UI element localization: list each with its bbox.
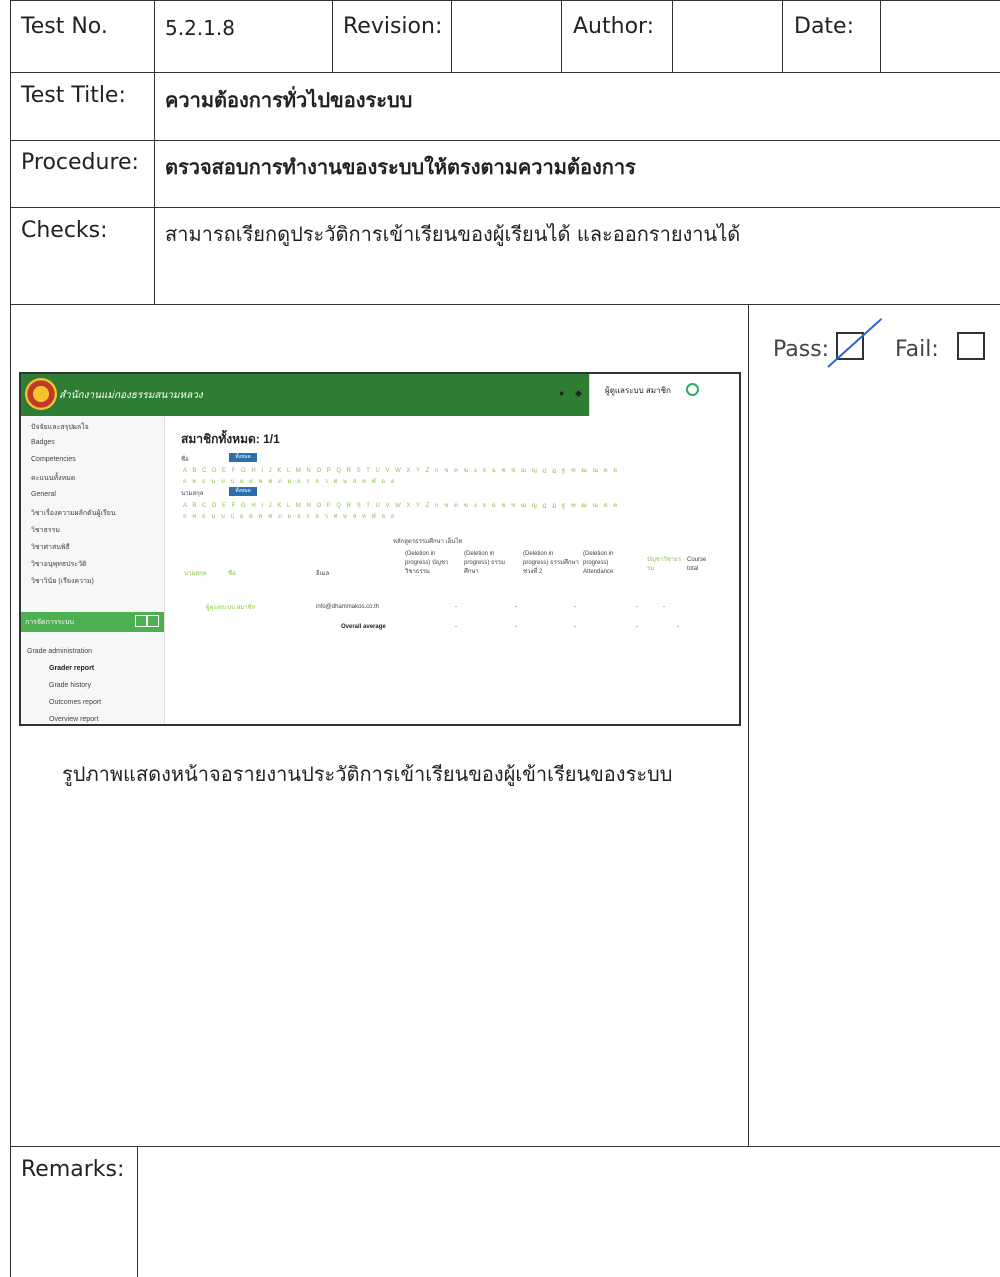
grade-admin-item[interactable]: Grade administration (27, 648, 92, 655)
grade-column-header[interactable]: (Deletion in progress) ธรรมศึกษา (464, 550, 519, 577)
report-screenshot: สำนักงานแม่กองธรรมสนามหลวง ● ◆ ผู้ดูแลระ… (19, 372, 741, 726)
author-label: Author: (573, 14, 655, 39)
sidebar-item[interactable]: วิชาอนุพุทธประวัติ (31, 559, 87, 570)
border-col-date-val (880, 0, 881, 72)
test-no-value: 5.2.1.8 (165, 16, 235, 40)
admin-section-label: การจัดการระบบ (25, 619, 74, 626)
first-name-filter-label: ชื่อ (181, 457, 189, 463)
border-row4 (10, 304, 1000, 305)
grade-cell[interactable]: - (663, 604, 665, 610)
checks-value: สามารถเรียกดูประวัติการเข้าเรียนของผู้เร… (165, 222, 741, 246)
border-col-remarks (137, 1146, 138, 1277)
first-name-alphabet-2[interactable]: ถ ท ธ น บ ป ผ ฝ พ ฟ ภ ม ย ร ล ว ศ ษ ส ห … (183, 476, 396, 486)
fail-checkbox[interactable] (957, 332, 985, 360)
sidebar-item[interactable]: General (31, 491, 56, 498)
average-cell: - (636, 624, 638, 630)
border-top (10, 0, 1000, 1)
overall-average-label: Overall average (341, 624, 386, 630)
average-cell: - (574, 624, 576, 630)
course-total-header[interactable]: Course total (687, 556, 719, 574)
average-cell: - (455, 624, 457, 630)
dock-button[interactable] (147, 615, 159, 627)
message-icon: ◆ (575, 388, 582, 398)
student-email: info@dhammakos.co.th (316, 604, 380, 610)
sidebar-item[interactable]: วิชาวินัย (เรียงความ) (31, 576, 94, 587)
border-row5 (10, 1146, 1000, 1147)
border-col-author-val (672, 0, 673, 72)
screenshot-caption: รูปภาพแสดงหน้าจอรายงานประวัติการเข้าเรีย… (62, 762, 673, 786)
first-name-all-button[interactable]: ทั้งหมด (229, 453, 257, 462)
grade-column-header[interactable]: (Deletion in progress) บัญชาวิชาธรรม (405, 550, 460, 577)
user-name: ผู้ดูแลระบบ สมาชิก (605, 386, 671, 395)
sidebar-item[interactable]: ปัจจัยและสรุปผลใจ (31, 422, 89, 433)
email-header: อีเมล (316, 571, 330, 577)
last-name-all-button[interactable]: ทั้งหมด (229, 487, 257, 496)
average-cell: - (677, 624, 679, 630)
avatar (686, 383, 699, 396)
border-row1 (10, 72, 1000, 73)
border-row2 (10, 140, 1000, 141)
grade-cell[interactable]: - (455, 604, 457, 610)
collapse-button[interactable] (135, 615, 147, 627)
revision-label: Revision: (343, 14, 443, 39)
first-name-alphabet[interactable]: A B C D E F G H I J K L M N O P Q R S T … (183, 465, 619, 475)
outcomes-report-link[interactable]: Outcomes report (49, 699, 101, 706)
procedure-value: ตรวจสอบการทำงานของระบบให้ตรงตามความต้องก… (165, 155, 636, 179)
checks-label: Checks: (21, 218, 108, 243)
border-row3 (10, 207, 1000, 208)
site-logo (25, 378, 57, 410)
sort-lastname-header[interactable]: นามสกุล (184, 568, 206, 578)
grade-column-header[interactable]: (Deletion in progress) Attendance (583, 550, 639, 577)
test-title-value: ความต้องการทั่วไปของระบบ (165, 88, 413, 112)
grade-cell[interactable]: - (515, 604, 517, 610)
border-col-rev (332, 0, 333, 72)
sort-firstname-header[interactable]: ชื่อ (228, 568, 236, 578)
sidebar-item[interactable]: Competencies (31, 456, 76, 463)
pass-label: Pass: (773, 337, 830, 362)
grade-history-link[interactable]: Grade history (49, 682, 91, 689)
site-name: สำนักงานแม่กองธรรมสนามหลวง (59, 390, 203, 401)
grade-column-header[interactable]: บัญชาวิชาธรรม (647, 556, 683, 574)
sidebar-item[interactable]: วิชาศาสนพิธี (31, 542, 70, 553)
remarks-label: Remarks: (21, 1157, 125, 1182)
test-no-label: Test No. (21, 14, 108, 39)
last-name-filter-label: นามสกุล (181, 491, 204, 497)
sidebar-item[interactable]: วิชาเรื่องความผลักดันผู้เรียน (31, 508, 116, 519)
border-col-date (782, 0, 783, 72)
border-col-author (561, 0, 562, 72)
student-name-link[interactable]: ผู้ดูแลระบบ สมาชิก (206, 602, 255, 612)
test-title-label: Test Title: (21, 83, 126, 108)
procedure-label: Procedure: (21, 150, 139, 175)
border-col-rev-val (451, 0, 452, 72)
average-cell: - (515, 624, 517, 630)
grader-report-link[interactable]: Grader report (49, 665, 94, 672)
bell-icon: ● (559, 388, 565, 398)
border-col-label (154, 0, 155, 304)
fail-label: Fail: (895, 337, 939, 362)
course-category-label: หลักสูตรธรรมศึกษา เอ็นโท (393, 539, 463, 545)
grade-cell[interactable]: - (574, 604, 576, 610)
overview-report-link[interactable]: Overview report (49, 716, 98, 723)
sidebar-item[interactable]: คะแนนทั้งหมด (31, 473, 75, 484)
date-label: Date: (794, 14, 854, 39)
grade-column-header[interactable]: (Deletion in progress) ธรรมศึกษา ช่วงที่… (523, 550, 579, 577)
sidebar-item[interactable]: Badges (31, 439, 55, 446)
grade-cell[interactable]: - (636, 604, 638, 610)
members-heading: สมาชิกทั้งหมด: 1/1 (181, 432, 280, 446)
last-name-alphabet-2[interactable]: ถ ท ธ น บ ป ผ ฝ พ ฟ ภ ม ย ร ล ว ศ ษ ส ห … (183, 511, 396, 521)
border-col-result (748, 304, 749, 1146)
sidebar-item[interactable]: วิชาธรรม (31, 525, 60, 536)
border-left (10, 0, 11, 1277)
last-name-alphabet[interactable]: A B C D E F G H I J K L M N O P Q R S T … (183, 500, 619, 510)
